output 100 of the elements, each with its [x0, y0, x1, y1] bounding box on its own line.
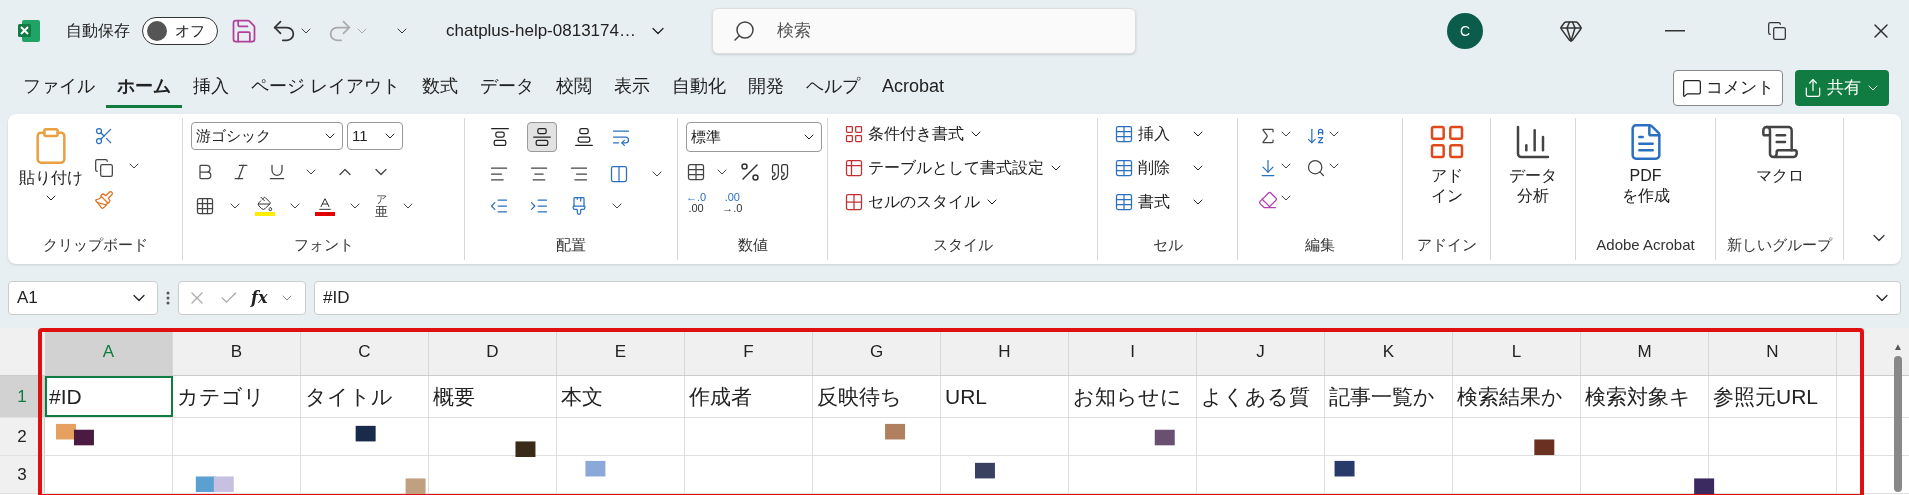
table-cell-text: お知らせに	[1073, 383, 1182, 410]
menu-tab[interactable]: ページ レイアウト	[240, 68, 411, 108]
find-icon	[1306, 158, 1326, 178]
table-cell-text: URL	[945, 383, 987, 410]
underline-icon	[267, 162, 287, 182]
table-cell-text: #ID	[49, 383, 82, 410]
column-header[interactable]: N	[1709, 328, 1837, 375]
create-pdf-button[interactable]: PDF を作成	[1584, 118, 1707, 230]
style-menu-button[interactable]: セルのスタイル	[844, 190, 1064, 214]
comment-button[interactable]: コメント	[1673, 70, 1783, 106]
share-button[interactable]: 共有	[1795, 70, 1889, 106]
column-header[interactable]: B	[173, 328, 301, 375]
insert-function-button[interactable]: fx	[251, 286, 268, 310]
column-header[interactable]: D	[429, 328, 557, 375]
group-label: 数値	[737, 234, 768, 255]
decimal-button[interactable]: .00 →.0	[722, 192, 743, 214]
file-name-button[interactable]: chatplus-help-0813174…	[446, 18, 668, 44]
restore-icon	[1767, 21, 1787, 41]
group-label: 配置	[556, 234, 586, 255]
table-icon	[1114, 124, 1134, 144]
menu-tab[interactable]: 自動化	[661, 68, 737, 108]
paste-button[interactable]: 貼り付け	[16, 118, 86, 230]
group-label: セル	[1152, 234, 1183, 255]
menu-tab[interactable]: 表示	[603, 68, 661, 108]
eraser-icon	[1258, 190, 1278, 210]
menu-tab[interactable]: 校閲	[545, 68, 603, 108]
menu-tab[interactable]: データ	[469, 68, 545, 108]
table-icon	[1114, 158, 1134, 178]
cell-menu-button[interactable]: 挿入	[1114, 122, 1206, 146]
search-icon	[731, 19, 756, 43]
scroll-up-arrow[interactable]: ▲	[1893, 342, 1903, 352]
menu-tab[interactable]: 数式	[411, 68, 469, 108]
table-cell-text: カテゴリ	[177, 383, 265, 410]
group-label: アドイン	[1416, 234, 1477, 255]
style-menu-button[interactable]: テーブルとして書式設定	[844, 156, 1064, 180]
grid-icon	[844, 192, 864, 212]
table-cell-text: 検索結果か	[1457, 383, 1563, 410]
group-label: スタイル	[932, 234, 993, 255]
cell-menu-button[interactable]: 書式	[1114, 190, 1206, 214]
formula-field[interactable]: #ID	[314, 281, 1901, 315]
table-cell-text: 作成者	[689, 383, 752, 410]
menu-tab[interactable]: 挿入	[182, 68, 240, 108]
autosave-label: 自動保存	[66, 21, 130, 41]
vertical-align-button[interactable]	[527, 122, 557, 152]
column-header[interactable]: J	[1197, 328, 1325, 375]
font-size-dropdown[interactable]: 11	[347, 122, 403, 150]
table-cell-text: 反映待ち	[817, 383, 902, 410]
scissors-icon	[94, 126, 114, 146]
comment-icon	[1682, 78, 1702, 98]
column-header[interactable]: L	[1453, 328, 1581, 375]
align-lines-icon	[532, 127, 552, 147]
table-cell-text: よくある質	[1201, 383, 1310, 410]
menu-tab[interactable]: Acrobat	[871, 68, 956, 108]
table-cell-text: 概要	[433, 383, 475, 410]
row-header[interactable]: 2	[0, 418, 45, 455]
sort-filter-icon	[1306, 126, 1326, 146]
table-cell-text: 本文	[561, 383, 603, 410]
column-header[interactable]: F	[685, 328, 813, 375]
style-menu-button[interactable]: 条件付き書式	[844, 122, 1064, 146]
table-cell-text: タイトル	[305, 383, 393, 410]
column-header[interactable]: G	[813, 328, 941, 375]
minimize-icon	[1665, 30, 1685, 32]
account-avatar[interactable]: C	[1447, 13, 1483, 49]
format-painter-icon	[94, 190, 114, 210]
addins-button[interactable]: アド イン	[1411, 118, 1482, 230]
number-format-dropdown[interactable]: 標準	[686, 122, 822, 152]
group-label: 編集	[1305, 234, 1335, 255]
percent-icon	[738, 160, 762, 184]
spreadsheet-app-icon	[16, 18, 42, 44]
autosave-toggle[interactable]: オフ	[142, 17, 218, 45]
row-header[interactable]: 3	[0, 456, 45, 493]
name-box[interactable]: A1	[8, 281, 158, 315]
grid-icon	[844, 124, 864, 144]
menu-tab[interactable]: 開発	[737, 68, 795, 108]
column-header[interactable]: E	[557, 328, 685, 375]
column-header[interactable]: C	[301, 328, 429, 375]
search-field[interactable]: 検索	[711, 8, 1136, 54]
copy-icon	[94, 158, 114, 178]
fill-color-icon	[255, 196, 275, 216]
column-header[interactable]: K	[1325, 328, 1453, 375]
cell-menu-button[interactable]: 削除	[1114, 156, 1206, 180]
table-icon	[1114, 192, 1134, 212]
table-cell-text: 検索対象キ	[1585, 383, 1691, 410]
table-cell-text: 記事一覧か	[1329, 383, 1435, 410]
column-header[interactable]: M	[1581, 328, 1709, 375]
font-name-dropdown[interactable]: 游ゴシック	[191, 122, 343, 150]
data-analysis-button[interactable]: データ 分析	[1499, 118, 1567, 260]
decimal-button[interactable]: ←.0 .00	[686, 192, 707, 214]
menu-tab[interactable]: ホーム	[106, 68, 182, 108]
diamond-icon	[1559, 19, 1583, 43]
macro-button[interactable]: マクロ	[1724, 118, 1835, 230]
align-lines-icon	[490, 127, 510, 147]
grid-icon	[844, 158, 864, 178]
align-lines-icon	[574, 127, 594, 147]
menu-tab[interactable]: ファイル	[12, 68, 106, 108]
group-label: クリップボード	[42, 234, 148, 255]
column-header[interactable]: H	[941, 328, 1069, 375]
column-header[interactable]: I	[1069, 328, 1197, 375]
font-color-icon	[315, 196, 335, 216]
menu-tab[interactable]: ヘルプ	[795, 68, 871, 108]
